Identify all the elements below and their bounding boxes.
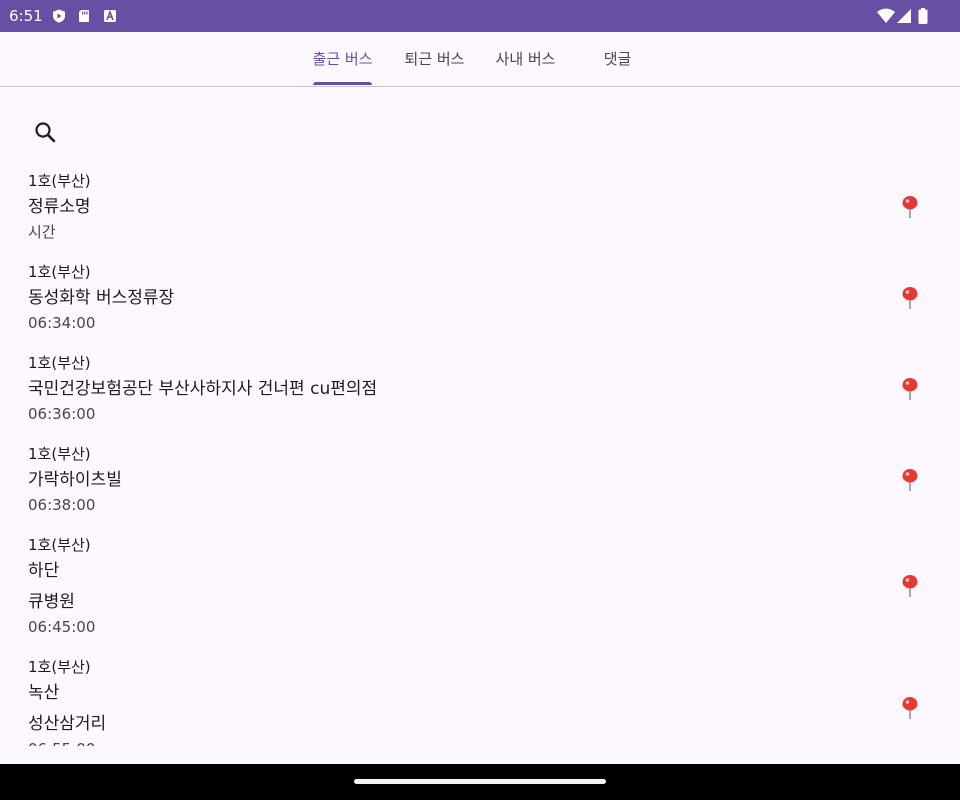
- route-label: 1호(부산): [28, 263, 91, 281]
- map-pin-icon[interactable]: [900, 696, 920, 720]
- stop-name: 정류소명: [28, 197, 91, 217]
- tab-internal-bus[interactable]: 사내 버스: [483, 32, 568, 86]
- map-pin-icon[interactable]: [900, 574, 920, 598]
- list-item[interactable]: 1호(부산) 동성화학 버스정류장 06:34:00: [0, 257, 960, 348]
- play-protect-icon: [53, 9, 65, 23]
- stop-name-line-1: 하단: [28, 561, 60, 581]
- stop-time: 06:45:00: [28, 618, 96, 636]
- stop-time: 06:55:00: [28, 738, 95, 746]
- list-item[interactable]: 1호(부산) 국민건강보험공단 부산사하지사 건너편 cu편의점 06:36:0…: [0, 348, 960, 439]
- route-label: 1호(부산): [28, 445, 91, 463]
- map-pin-icon[interactable]: [900, 286, 920, 310]
- list-item[interactable]: 1호(부산) 정류소명 시간: [0, 166, 960, 257]
- stop-name: 동성화학 버스정류장: [28, 288, 175, 308]
- status-time: 6:51: [9, 7, 43, 25]
- battery-icon: [918, 8, 928, 24]
- sd-card-icon: [79, 10, 89, 22]
- route-label: 1호(부산): [28, 354, 91, 372]
- home-gesture-handle[interactable]: [354, 779, 606, 784]
- list-item[interactable]: 1호(부산) 가락하이츠빌 06:38:00: [0, 439, 960, 530]
- route-label: 1호(부산): [28, 536, 91, 554]
- stop-name: 가락하이츠빌: [28, 470, 122, 490]
- map-pin-icon[interactable]: [900, 468, 920, 492]
- stop-name: 국민건강보험공단 부산사하지사 건너편 cu편의점: [28, 379, 378, 399]
- stop-list: 1호(부산) 정류소명 시간 1호(부산) 동성화학 버스정류장 06:34:0…: [0, 166, 960, 746]
- list-item[interactable]: 1호(부산) 하단 큐병원 06:45:00: [0, 530, 960, 652]
- tab-commute-in[interactable]: 출근 버스: [300, 32, 385, 86]
- stop-time: 06:38:00: [28, 496, 96, 514]
- navigation-bar: [0, 764, 960, 800]
- stop-name-line-2: 성산삼거리: [28, 714, 107, 734]
- stop-time: 06:36:00: [28, 405, 96, 423]
- route-label: 1호(부산): [28, 658, 91, 676]
- search-icon: [35, 122, 56, 143]
- tab-bar: 출근 버스 퇴근 버스 사내 버스 댓글: [0, 32, 960, 87]
- list-item[interactable]: 1호(부산) 녹산 성산삼거리 06:55:00: [0, 652, 960, 746]
- status-bar: 6:51: [0, 0, 960, 32]
- wifi-icon: [877, 8, 895, 23]
- tab-indicator: [313, 82, 372, 85]
- map-pin-icon[interactable]: [900, 195, 920, 219]
- tab-comments[interactable]: 댓글: [584, 32, 651, 86]
- route-label: 1호(부산): [28, 172, 91, 190]
- stop-name-line-2: 큐병원: [28, 592, 75, 612]
- stop-time: 06:34:00: [28, 314, 96, 332]
- stop-time: 시간: [28, 223, 56, 241]
- search-button[interactable]: [28, 116, 64, 152]
- map-pin-icon[interactable]: [900, 377, 920, 401]
- tab-commute-out[interactable]: 퇴근 버스: [392, 32, 477, 86]
- keyboard-a-icon: [104, 9, 116, 22]
- stop-name-line-1: 녹산: [28, 683, 60, 703]
- signal-icon: [897, 9, 911, 23]
